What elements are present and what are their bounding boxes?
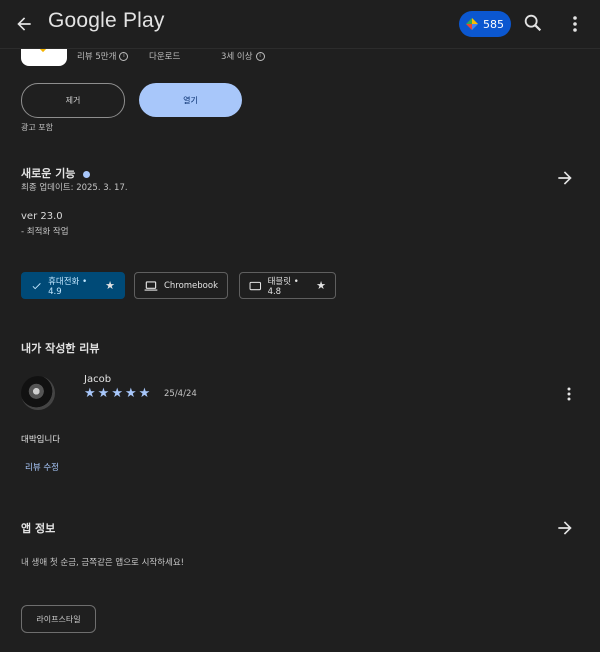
play-points-icon (466, 18, 478, 30)
star-icon: ★ (124, 386, 137, 401)
device-chip-tablet[interactable]: 태블릿 • 4.8 ★ (239, 272, 336, 299)
my-review-heading: 내가 작성한 리뷰 (21, 342, 100, 355)
avatar (21, 376, 55, 410)
last-updated-date: 최종 업데이트: 2025. 3. 17. (21, 183, 128, 193)
more-options-button[interactable] (563, 12, 587, 36)
app-info-arrow-button[interactable] (555, 518, 575, 538)
device-chip-tablet-label: 태블릿 • 4.8 (267, 276, 299, 297)
edit-review-link[interactable]: 리뷰 수정 (25, 461, 59, 473)
star-icon: ★ (97, 386, 110, 401)
contains-ads-note: 광고 포함 (21, 123, 53, 132)
check-icon (32, 282, 41, 289)
version-text: ver 23.0 (21, 211, 63, 222)
stat-age-label: 3세 이상 (221, 52, 253, 62)
category-tag-lifestyle[interactable]: 라이프스타일 (21, 605, 96, 633)
info-icon: i (119, 51, 129, 61)
more-vert-icon (573, 16, 577, 32)
stat-rating-age: 3세 이상 i (221, 50, 265, 62)
play-points-count: 585 (483, 17, 504, 31)
review-text: 대박입니다 (21, 435, 61, 445)
device-chip-chromebook-label: Chromebook (163, 280, 218, 291)
uninstall-button[interactable]: 제거 (21, 83, 125, 118)
update-note: - 최적화 작업 (21, 227, 69, 237)
play-points-chip[interactable]: 585 (459, 11, 511, 37)
star-icon: ★ (105, 279, 115, 292)
arrow-back-icon (17, 17, 31, 31)
whats-new-arrow-button[interactable] (555, 168, 575, 188)
app-info-heading: 앱 정보 (21, 522, 56, 535)
review-stars: ★ ★ ★ ★ ★ (84, 387, 150, 401)
info-icon: i (255, 51, 265, 61)
laptop-icon (144, 280, 158, 291)
more-vert-icon (567, 387, 571, 401)
stat-reviews-label: 리뷰 5만개 (77, 52, 117, 62)
top-app-bar: Google Play 585 (0, 0, 600, 49)
review-date: 25/4/24 (164, 389, 197, 399)
whats-new-title: 새로운 기능 (21, 167, 76, 180)
star-icon: ★ (111, 386, 123, 401)
device-chip-phone-label: 휴대전화 • 4.9 (48, 276, 88, 297)
star-icon: ★ (138, 386, 151, 401)
arrow-forward-icon (558, 171, 572, 185)
search-button[interactable] (522, 12, 546, 36)
stat-downloads: 다운로드 (149, 50, 180, 62)
star-icon: ★ (316, 279, 326, 292)
whats-new-heading: 새로운 기능 (21, 165, 91, 181)
device-chip-chromebook[interactable]: Chromebook (134, 272, 228, 299)
open-button[interactable]: 열기 (139, 83, 242, 117)
device-chip-phone[interactable]: 휴대전화 • 4.9 ★ (21, 272, 125, 299)
stat-downloads-label: 다운로드 (149, 52, 181, 62)
back-button[interactable] (10, 10, 38, 38)
star-icon: ★ (84, 386, 96, 401)
reviewer-name: Jacob (84, 374, 112, 385)
stat-reviews: 리뷰 5만개 i (77, 50, 129, 62)
google-play-logo: Google Play (48, 9, 165, 32)
arrow-forward-icon (558, 521, 572, 535)
search-icon (524, 14, 542, 32)
tablet-icon (249, 281, 262, 290)
app-description: 내 생애 첫 순금, 금쪽같은 앱으로 시작하세요! (21, 558, 185, 568)
review-more-button[interactable] (559, 384, 579, 404)
new-indicator-dot (83, 170, 91, 178)
